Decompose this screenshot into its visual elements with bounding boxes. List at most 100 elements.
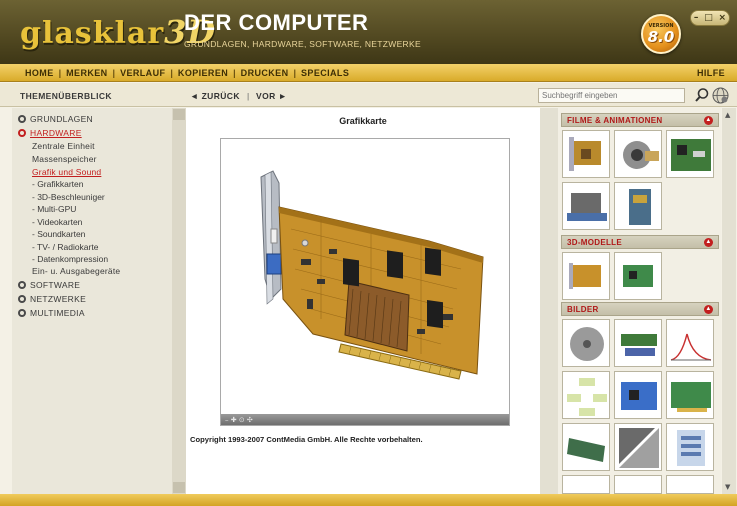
tree-item-ein-ausgabegeraete[interactable]: Ein- u. Ausgabegeräte [32, 266, 120, 276]
status-bar [0, 494, 737, 506]
tree-item-3d-beschleuniger[interactable]: - 3D-Beschleuniger [32, 192, 105, 202]
app-window: glasklar3D DER COMPUTER GRUNDLAGEN, HARD… [0, 0, 737, 506]
tree-item-grafikkarten[interactable]: - Grafikkarten [32, 179, 84, 189]
menu-item-home[interactable]: HOME [25, 68, 54, 78]
tree-item-grundlagen[interactable]: GRUNDLAGEN [18, 114, 93, 124]
close-button[interactable]: × [719, 13, 727, 23]
search-button[interactable] [694, 87, 710, 103]
image-viewer[interactable]: – ✚ ⊙ ✣ [220, 138, 510, 426]
media-thumbnail[interactable] [614, 319, 662, 367]
media-thumbnail[interactable] [614, 371, 662, 419]
topic-tree: GRUNDLAGEN HARDWARE Zentrale Einheit Mas… [12, 108, 184, 494]
diagram-thumbnail [567, 378, 607, 416]
media-section-title: 3D-MODELLE [567, 238, 622, 247]
copyright-notice: Copyright 1993-2007 ContMedia GmbH. Alle… [190, 435, 423, 444]
cards-thumbnail [621, 334, 657, 356]
tree-item-hardware[interactable]: HARDWARE [18, 128, 82, 138]
fan-thumbnail [623, 141, 659, 169]
tree-item-soundkarten[interactable]: - Soundkarten [32, 229, 85, 239]
media-thumbnail[interactable] [562, 475, 610, 494]
maximize-button[interactable]: □ [704, 13, 713, 23]
collapsed-bullet-icon [18, 295, 26, 303]
graphics-card-image [260, 170, 484, 380]
media-thumbnail[interactable] [562, 319, 610, 367]
media-thumbnail[interactable] [614, 423, 662, 471]
online-button[interactable] [712, 87, 729, 104]
tree-item-netzwerke[interactable]: NETZWERKE [18, 294, 86, 304]
menu-item-verlauf[interactable]: VERLAUF [120, 68, 165, 78]
menu-separator: | [112, 68, 116, 78]
media-scrollbar[interactable]: ▲ ▼ [722, 108, 736, 494]
tree-item-videokarten[interactable]: - Videokarten [32, 217, 82, 227]
media-section-images[interactable]: BILDER ▲ [561, 302, 719, 316]
back-button[interactable]: ◄ ZURÜCK [190, 91, 240, 101]
media-thumbnail[interactable] [562, 182, 610, 230]
media-thumbnail[interactable] [562, 130, 610, 178]
version-number: 8.0 [647, 28, 675, 46]
media-thumbnail[interactable] [614, 475, 662, 494]
scroll-down-icon[interactable]: ▼ [725, 483, 730, 491]
tree-item-label: GRUNDLAGEN [30, 114, 93, 124]
menu-item-merken[interactable]: MERKEN [66, 68, 107, 78]
menu-item-drucken[interactable]: DRUCKEN [241, 68, 289, 78]
graphics-card-thumbnail [569, 137, 601, 171]
nav-separator: | [247, 91, 250, 101]
collapse-icon[interactable]: ▲ [704, 305, 713, 314]
tree-item-datenkompression[interactable]: - Datenkompression [32, 254, 108, 264]
collapsed-bullet-icon [18, 115, 26, 123]
menu-item-help[interactable]: HILFE [697, 68, 725, 78]
forward-button[interactable]: VOR ► [256, 91, 287, 101]
menu-separator: | [170, 68, 173, 78]
menu-item-specials[interactable]: SPECIALS [301, 68, 349, 78]
tree-item-multi-gpu[interactable]: - Multi-GPU [32, 204, 76, 214]
viewer-controls[interactable]: – ✚ ⊙ ✣ [221, 414, 509, 425]
window-controls: – □ × [690, 10, 730, 26]
tree-item-grafik-und-sound[interactable]: Grafik und Sound [32, 167, 101, 177]
collapsed-bullet-icon [18, 309, 26, 317]
tree-item-zentrale-einheit[interactable]: Zentrale Einheit [32, 141, 95, 151]
app-title: DER COMPUTER [184, 10, 369, 35]
media-section-title: BILDER [567, 305, 599, 314]
hardware-thumbnail [567, 193, 607, 221]
3d-card-thumbnail [569, 263, 601, 289]
media-thumbnail[interactable] [666, 371, 714, 419]
collapse-icon[interactable]: ▲ [704, 238, 713, 247]
media-thumbnail[interactable] [562, 252, 610, 300]
tree-item-tv-radiokarte[interactable]: - TV- / Radiokarte [32, 242, 98, 252]
media-thumbnail[interactable] [666, 319, 714, 367]
media-section-films[interactable]: FILME & ANIMATIONEN ▲ [561, 113, 719, 127]
tree-item-software[interactable]: SOFTWARE [18, 280, 80, 290]
media-section-3d-models[interactable]: 3D-MODELLE ▲ [561, 235, 719, 249]
content-scrollbar[interactable] [540, 108, 558, 494]
media-thumbnail[interactable] [666, 475, 714, 494]
harddisk-thumbnail [570, 327, 604, 361]
media-thumbnail[interactable] [562, 371, 610, 419]
media-thumbnail[interactable] [614, 252, 662, 300]
media-thumbnail[interactable] [614, 130, 662, 178]
sidebar-scrollbar[interactable] [172, 108, 186, 494]
scroll-up-icon[interactable]: ▲ [725, 111, 730, 119]
pc-case-thumbnail [629, 189, 651, 225]
green-card-thumbnail [671, 382, 711, 412]
viewer-control-glyphs[interactable]: – ✚ ⊙ ✣ [225, 416, 253, 424]
scroll-down-button[interactable] [173, 482, 185, 493]
media-thumbnail[interactable] [614, 182, 662, 230]
menu-items: HOME | MERKEN | VERLAUF | KOPIEREN | DRU… [25, 68, 349, 78]
media-section-title: FILME & ANIMATIONEN [567, 116, 663, 125]
card-angled-thumbnail [567, 438, 605, 462]
tree-item-multimedia[interactable]: MULTIMEDIA [18, 308, 85, 318]
media-thumbnail[interactable] [666, 423, 714, 471]
blueprint-thumbnail [677, 430, 705, 466]
menu-separator: | [293, 68, 297, 78]
scroll-up-button[interactable] [173, 109, 185, 120]
metal-thumbnail [619, 428, 659, 468]
media-thumbnail[interactable] [562, 423, 610, 471]
search-input[interactable] [538, 88, 685, 103]
menu-item-kopieren[interactable]: KOPIEREN [178, 68, 228, 78]
app-subtitle: GRUNDLAGEN, HARDWARE, SOFTWARE, NETZWERK… [184, 39, 421, 49]
media-panel: FILME & ANIMATIONEN ▲ 3D-MODELLE ▲ BILDE… [558, 108, 721, 494]
tree-item-massenspeicher[interactable]: Massenspeicher [32, 154, 97, 164]
minimize-button[interactable]: – [694, 13, 699, 23]
collapse-icon[interactable]: ▲ [704, 116, 713, 125]
media-thumbnail[interactable] [666, 130, 714, 178]
